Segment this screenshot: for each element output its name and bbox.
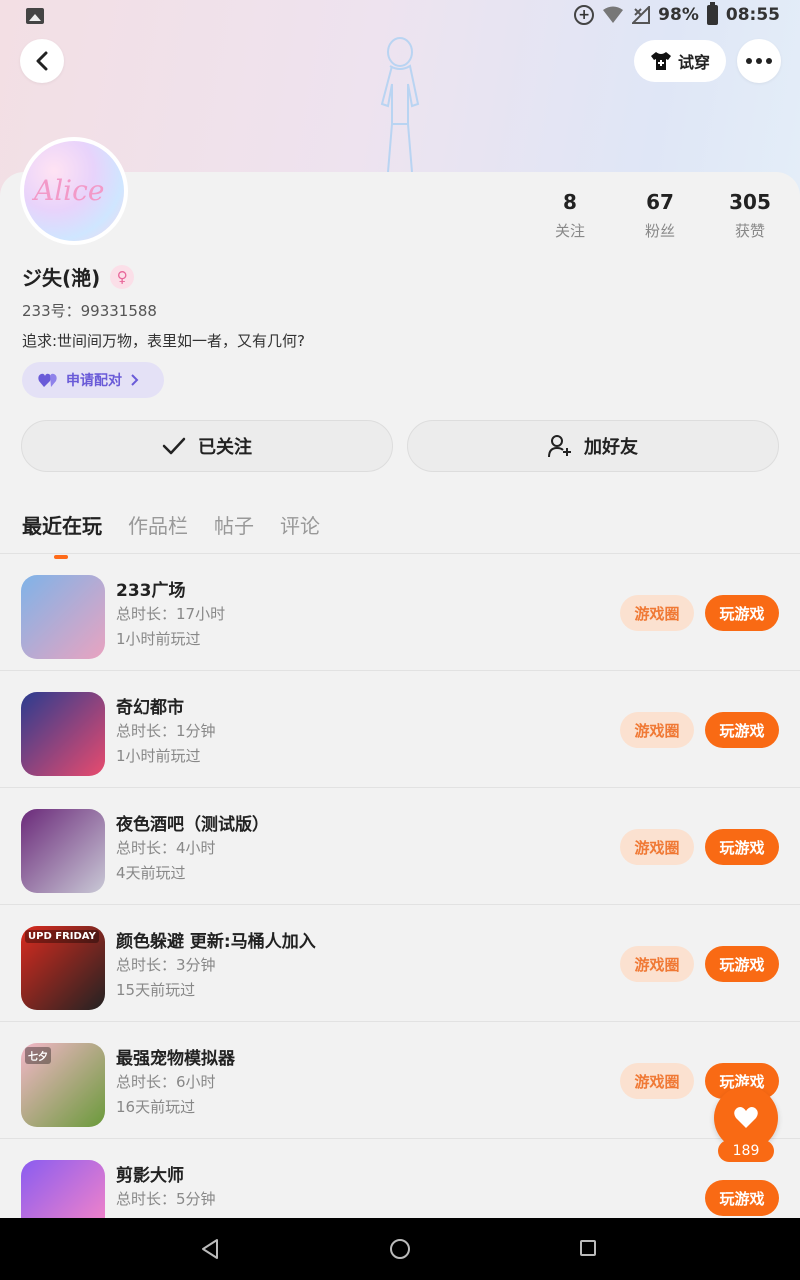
tab-works[interactable]: 作品栏 (128, 510, 188, 559)
try-on-button[interactable]: 试穿 (634, 40, 726, 82)
list-item[interactable]: 七夕 最强宠物模拟器 总时长：6小时 16天前玩过 游戏圈 玩游戏 (0, 1022, 800, 1139)
game-icon (21, 575, 105, 659)
list-item[interactable]: 233广场 总时长：17小时 1小时前玩过 游戏圈 玩游戏 (0, 554, 800, 671)
game-last-played: 15天前玩过 (116, 981, 196, 999)
stat-likes[interactable]: 305 获赞 (710, 190, 790, 241)
game-last-played: 4天前玩过 (116, 864, 186, 882)
name-row: ジ失(滟) ♀ (22, 262, 135, 291)
user-bio: 追求:世间间万物，表里如一者，又有几何? (22, 332, 306, 350)
data-saver-icon: + (574, 5, 595, 25)
play-game-button[interactable]: 玩游戏 (705, 1180, 779, 1216)
user-id: 233号：99331588 (22, 302, 157, 320)
try-on-label: 试穿 (677, 53, 710, 72)
stat-label: 关注 (554, 222, 585, 240)
add-user-icon (548, 435, 571, 458)
signal-icon (632, 6, 651, 24)
game-icon-text: UPD FRIDAY (25, 930, 99, 943)
profile-tabs: 最近在玩 作品栏 帖子 评论 (22, 510, 320, 559)
more-options-button[interactable] (737, 39, 781, 83)
double-heart-icon (38, 373, 57, 387)
shirt-icon (650, 52, 671, 70)
game-title: 233广场 (116, 581, 186, 601)
play-game-button[interactable]: 玩游戏 (705, 595, 779, 631)
game-icon: UPD FRIDAY (21, 926, 105, 1010)
list-item[interactable]: 奇幻都市 总时长：1分钟 1小时前玩过 游戏圈 玩游戏 (0, 671, 800, 788)
game-circle-button[interactable]: 游戏圈 (620, 712, 694, 748)
stat-followers[interactable]: 67 粉丝 (620, 190, 700, 241)
game-duration: 总时长：1分钟 (116, 722, 216, 740)
list-item[interactable]: UPD FRIDAY 颜色躲避 更新:马桶人加入 总时长：3分钟 15天前玩过 … (0, 905, 800, 1022)
add-friend-button[interactable]: 加好友 (407, 420, 779, 472)
nav-home-icon[interactable] (390, 1239, 410, 1259)
request-pair-button[interactable]: 申请配对 (22, 362, 164, 398)
clock: 08:55 (725, 5, 780, 25)
gallery-notification-icon (26, 8, 44, 24)
game-circle-button[interactable]: 游戏圈 (620, 829, 694, 865)
game-icon: 七夕 (21, 1043, 105, 1127)
game-title: 最强宠物模拟器 (116, 1049, 235, 1069)
game-icon (21, 692, 105, 776)
nav-recent-apps-icon[interactable] (580, 1240, 596, 1256)
chevron-left-icon (36, 51, 48, 71)
back-button[interactable] (20, 39, 64, 83)
followed-button[interactable]: 已关注 (21, 420, 393, 472)
system-nav-bar (0, 1218, 800, 1280)
battery-percent: 98% (658, 5, 699, 25)
tab-recently-played[interactable]: 最近在玩 (22, 510, 102, 559)
stat-label: 获赞 (734, 222, 765, 240)
nav-back-icon[interactable] (200, 1238, 220, 1260)
heart-icon (734, 1107, 758, 1128)
tab-posts[interactable]: 帖子 (214, 510, 254, 559)
character-figure (380, 37, 420, 173)
game-circle-button[interactable]: 游戏圈 (620, 1063, 694, 1099)
game-last-played: 16天前玩过 (116, 1098, 196, 1116)
battery-icon (706, 2, 718, 25)
game-title: 夜色酒吧（测试版） (116, 815, 269, 835)
game-title: 颜色躲避 更新:马桶人加入 (116, 932, 316, 952)
game-last-played: 1小时前玩过 (116, 630, 201, 648)
stat-value: 8 (563, 190, 577, 214)
game-icon (21, 809, 105, 893)
stat-following[interactable]: 8 关注 (530, 190, 610, 241)
game-duration: 总时长：17小时 (116, 605, 226, 623)
like-count-badge: 189 (718, 1140, 774, 1162)
play-game-button[interactable]: 玩游戏 (705, 829, 779, 865)
more-dots-icon (746, 58, 772, 64)
status-bar: + 98% 08:55 (0, 0, 800, 34)
tab-comments[interactable]: 评论 (280, 510, 320, 559)
game-duration: 总时长：3分钟 (116, 956, 216, 974)
followed-label: 已关注 (198, 437, 252, 458)
game-circle-button[interactable]: 游戏圈 (620, 595, 694, 631)
list-item[interactable]: 夜色酒吧（测试版） 总时长：4小时 4天前玩过 游戏圈 玩游戏 (0, 788, 800, 905)
stat-value: 67 (646, 190, 674, 214)
game-duration: 总时长：6小时 (116, 1073, 216, 1091)
avatar[interactable]: Alice (20, 137, 128, 245)
user-name: ジ失(滟) (22, 266, 101, 290)
play-game-button[interactable]: 玩游戏 (705, 946, 779, 982)
game-last-played: 1小时前玩过 (116, 747, 201, 765)
request-pair-label: 申请配对 (66, 373, 122, 389)
play-game-button[interactable]: 玩游戏 (705, 712, 779, 748)
wifi-icon (603, 6, 624, 23)
game-title: 剪影大师 (116, 1166, 184, 1186)
game-title: 奇幻都市 (116, 698, 184, 718)
game-icon-text: 七夕 (25, 1047, 51, 1064)
checkmark-icon (162, 437, 186, 455)
stat-value: 305 (729, 190, 771, 214)
chevron-right-icon (131, 374, 139, 386)
game-circle-button[interactable]: 游戏圈 (620, 946, 694, 982)
avatar-text: Alice (34, 174, 105, 207)
add-friend-label: 加好友 (584, 437, 638, 458)
game-duration: 总时长：5分钟 (116, 1190, 216, 1208)
stat-label: 粉丝 (644, 222, 675, 240)
female-gender-icon: ♀ (110, 264, 135, 289)
game-duration: 总时长：4小时 (116, 839, 216, 857)
